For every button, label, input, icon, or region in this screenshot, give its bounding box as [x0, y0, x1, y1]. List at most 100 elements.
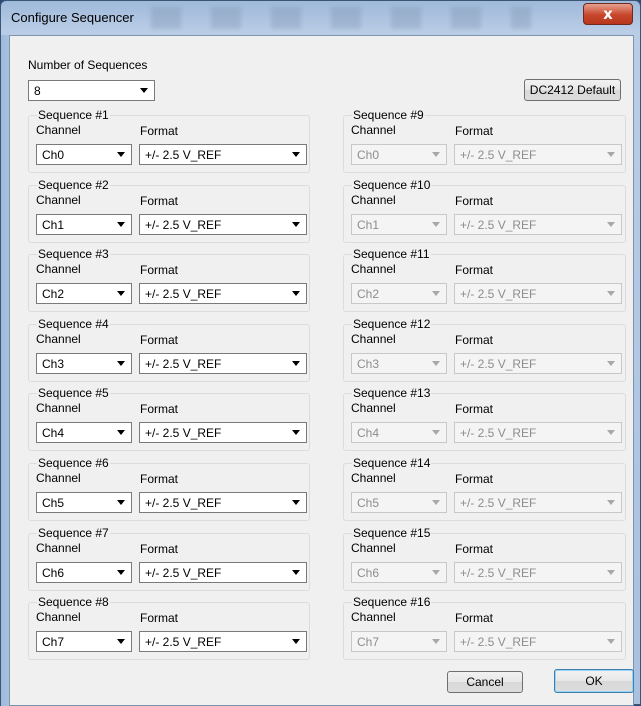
format-value: +/- 2.5 V_REF: [460, 357, 537, 371]
title-bar[interactable]: Configure Sequencer x: [1, 1, 640, 35]
channel-value: Ch7: [42, 635, 65, 649]
format-dropdown[interactable]: +/- 2.5 V_REF: [139, 631, 307, 652]
channel-dropdown[interactable]: Ch4: [36, 422, 132, 443]
dialog-client-area: Number of Sequences 8 DC2412 Default Seq…: [9, 35, 634, 706]
format-dropdown[interactable]: +/- 2.5 V_REF: [454, 283, 622, 304]
chevron-down-icon: [429, 286, 444, 301]
cancel-button[interactable]: Cancel: [447, 671, 523, 693]
chevron-down-icon: [289, 147, 304, 162]
channel-dropdown[interactable]: Ch4: [351, 422, 447, 443]
channel-value: Ch3: [357, 357, 380, 371]
channel-label: Channel: [36, 541, 81, 555]
channel-dropdown[interactable]: Ch2: [351, 283, 447, 304]
format-dropdown[interactable]: +/- 2.5 V_REF: [139, 492, 307, 513]
channel-dropdown[interactable]: Ch6: [351, 562, 447, 583]
channel-label: Channel: [36, 471, 81, 485]
format-dropdown[interactable]: +/- 2.5 V_REF: [139, 353, 307, 374]
channel-label: Channel: [36, 610, 81, 624]
format-dropdown[interactable]: +/- 2.5 V_REF: [454, 144, 622, 165]
channel-dropdown[interactable]: Ch0: [351, 144, 447, 165]
format-label: Format: [455, 124, 494, 138]
chevron-down-icon: [289, 634, 304, 649]
format-value: +/- 2.5 V_REF: [460, 496, 537, 510]
channel-dropdown[interactable]: Ch6: [36, 562, 132, 583]
close-icon: x: [603, 5, 613, 23]
channel-value: Ch5: [357, 496, 380, 510]
sequence-title: Sequence #5: [37, 386, 110, 400]
ok-button[interactable]: OK: [554, 669, 634, 693]
chevron-down-icon: [429, 565, 444, 580]
sequence-group: Sequence #4 Channel Format Ch3 +/- 2.5 V_REF: [28, 317, 310, 382]
format-value: +/- 2.5 V_REF: [460, 566, 537, 580]
sequence-title: Sequence #4: [37, 317, 110, 331]
format-dropdown[interactable]: +/- 2.5 V_REF: [139, 144, 307, 165]
sequence-group: Sequence #11 Channel Format Ch2 +/- 2.5 V_RE…: [343, 247, 626, 312]
format-value: +/- 2.5 V_REF: [145, 635, 222, 649]
format-dropdown[interactable]: +/- 2.5 V_REF: [454, 562, 622, 583]
format-label: Format: [140, 124, 179, 138]
format-dropdown[interactable]: +/- 2.5 V_REF: [139, 422, 307, 443]
chevron-down-icon: [114, 425, 129, 440]
format-label: Format: [140, 333, 179, 347]
chevron-down-icon: [429, 634, 444, 649]
format-label: Format: [455, 472, 494, 486]
sequence-title: Sequence #3: [37, 247, 110, 261]
dc2412-default-button[interactable]: DC2412 Default: [524, 79, 621, 101]
channel-dropdown[interactable]: Ch5: [351, 492, 447, 513]
format-value: +/- 2.5 V_REF: [460, 287, 537, 301]
format-label: Format: [455, 194, 494, 208]
format-dropdown[interactable]: +/- 2.5 V_REF: [454, 631, 622, 652]
format-label: Format: [455, 611, 494, 625]
chevron-down-icon: [289, 495, 304, 510]
chevron-down-icon: [429, 217, 444, 232]
channel-dropdown[interactable]: Ch1: [351, 214, 447, 235]
channel-dropdown[interactable]: Ch7: [351, 631, 447, 652]
num-sequences-value: 8: [34, 84, 41, 98]
sequence-group: Sequence #8 Channel Format Ch7 +/- 2.5 V_REF: [28, 595, 310, 660]
format-dropdown[interactable]: +/- 2.5 V_REF: [454, 214, 622, 235]
chevron-down-icon: [114, 286, 129, 301]
sequence-title: Sequence #13: [352, 386, 432, 400]
format-label: Format: [455, 402, 494, 416]
format-label: Format: [140, 611, 179, 625]
format-dropdown[interactable]: +/- 2.5 V_REF: [454, 422, 622, 443]
chevron-down-icon: [114, 565, 129, 580]
sequence-title: Sequence #15: [352, 526, 432, 540]
chevron-down-icon: [114, 634, 129, 649]
format-dropdown[interactable]: +/- 2.5 V_REF: [139, 283, 307, 304]
channel-dropdown[interactable]: Ch7: [36, 631, 132, 652]
chevron-down-icon: [289, 217, 304, 232]
channel-value: Ch0: [42, 148, 65, 162]
format-dropdown[interactable]: +/- 2.5 V_REF: [454, 492, 622, 513]
channel-dropdown[interactable]: Ch2: [36, 283, 132, 304]
close-button[interactable]: x: [583, 3, 633, 25]
chevron-down-icon: [604, 147, 619, 162]
channel-dropdown[interactable]: Ch0: [36, 144, 132, 165]
channel-dropdown[interactable]: Ch3: [351, 353, 447, 374]
sequence-title: Sequence #12: [352, 317, 432, 331]
sequence-group: Sequence #5 Channel Format Ch4 +/- 2.5 V_REF: [28, 386, 310, 451]
chevron-down-icon: [604, 356, 619, 371]
sequence-title: Sequence #2: [37, 178, 110, 192]
channel-value: Ch2: [357, 287, 380, 301]
num-sequences-dropdown[interactable]: 8: [28, 80, 155, 101]
format-value: +/- 2.5 V_REF: [145, 357, 222, 371]
channel-dropdown[interactable]: Ch5: [36, 492, 132, 513]
format-label: Format: [455, 263, 494, 277]
format-dropdown[interactable]: +/- 2.5 V_REF: [454, 353, 622, 374]
format-value: +/- 2.5 V_REF: [145, 566, 222, 580]
format-dropdown[interactable]: +/- 2.5 V_REF: [139, 214, 307, 235]
channel-label: Channel: [351, 471, 396, 485]
chevron-down-icon: [114, 495, 129, 510]
channel-label: Channel: [351, 541, 396, 555]
channel-value: Ch4: [357, 426, 380, 440]
sequence-group: Sequence #10 Channel Format Ch1 +/- 2.5 V_RE…: [343, 178, 626, 243]
format-dropdown[interactable]: +/- 2.5 V_REF: [139, 562, 307, 583]
channel-dropdown[interactable]: Ch1: [36, 214, 132, 235]
format-label: Format: [140, 472, 179, 486]
channel-dropdown[interactable]: Ch3: [36, 353, 132, 374]
window-frame-left: [1, 35, 9, 706]
chevron-down-icon: [289, 356, 304, 371]
format-value: +/- 2.5 V_REF: [145, 148, 222, 162]
chevron-down-icon: [604, 495, 619, 510]
